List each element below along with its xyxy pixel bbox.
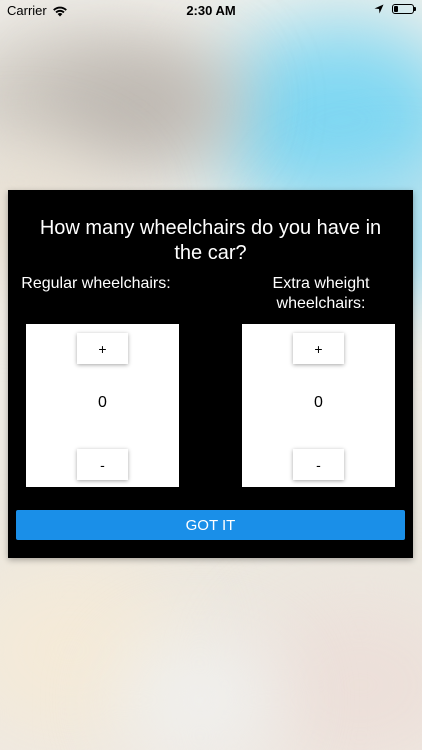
regular-increment-button[interactable]: + [77,333,128,364]
location-arrow-icon [374,4,384,14]
extra-weight-wheelchairs-count: 0 [314,394,323,411]
battery-level [394,6,398,12]
regular-wheelchairs-count: 0 [98,394,107,411]
extra-decrement-button[interactable]: - [293,449,344,480]
wheelchair-count-dialog: How many wheelchairs do you have in the … [8,190,413,558]
dialog-title: How many wheelchairs do you have in the … [39,217,382,264]
regular-wheelchairs-stepper: + 0 - [26,324,179,487]
regular-decrement-button[interactable]: - [77,449,128,480]
got-it-button[interactable]: GOT IT [16,510,405,540]
battery-icon [392,4,416,14]
extra-increment-button[interactable]: + [293,333,344,364]
clock: 2:30 AM [186,3,236,18]
regular-wheelchairs-label: Regular wheelchairs: [21,275,171,292]
status-bar: Carrier 2:30 AM [0,0,422,22]
extra-weight-wheelchairs-label: Extra wheight wheelchairs: [272,275,370,312]
extra-weight-wheelchairs-stepper: + 0 - [242,324,395,487]
status-icons [374,4,416,14]
